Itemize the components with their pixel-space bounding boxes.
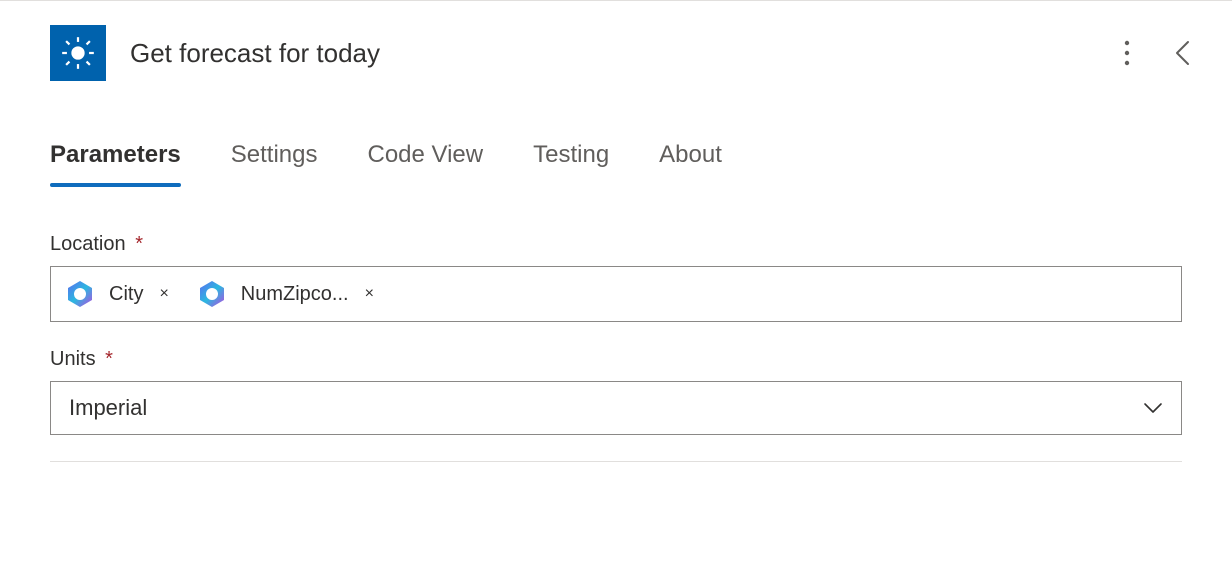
more-vertical-icon [1124,40,1130,66]
header-actions [1116,31,1198,75]
action-config-panel: Get forecast for today Parameters Settin… [0,0,1232,462]
location-label: Location * [50,233,1182,256]
field-location: Location * [50,233,1182,322]
units-select[interactable]: Imperial [50,381,1182,435]
tab-settings[interactable]: Settings [231,141,318,183]
token-city[interactable]: City × [59,273,179,315]
units-value: Imperial [69,395,147,421]
tab-code-view[interactable]: Code View [367,141,483,183]
token-numzipcode[interactable]: NumZipco... × [191,273,384,315]
required-indicator: * [105,348,113,370]
token-remove-button[interactable]: × [153,284,174,304]
tab-bar: Parameters Settings Code View Testing Ab… [0,101,1232,183]
panel-title: Get forecast for today [130,38,1116,69]
token-remove-button[interactable]: × [359,284,380,304]
tab-testing[interactable]: Testing [533,141,609,183]
more-options-button[interactable] [1116,32,1138,74]
dynamic-content-icon [61,275,99,313]
units-label: Units * [50,348,1182,371]
parameters-form: Location * [0,183,1232,435]
sun-icon [50,25,106,81]
token-label: City [109,283,143,306]
section-divider [50,461,1182,462]
collapse-button[interactable] [1166,31,1198,75]
units-label-text: Units [50,348,96,370]
field-units: Units * Imperial [50,348,1182,435]
required-indicator: * [135,233,143,255]
location-input[interactable]: City × NumZipco... × [50,266,1182,322]
tab-parameters[interactable]: Parameters [50,141,181,183]
chevron-left-icon [1174,39,1190,67]
tab-about[interactable]: About [659,141,722,183]
dynamic-content-icon [193,275,231,313]
panel-header: Get forecast for today [0,1,1232,101]
chevron-down-icon [1143,402,1163,414]
token-label: NumZipco... [241,283,349,306]
location-label-text: Location [50,233,126,255]
